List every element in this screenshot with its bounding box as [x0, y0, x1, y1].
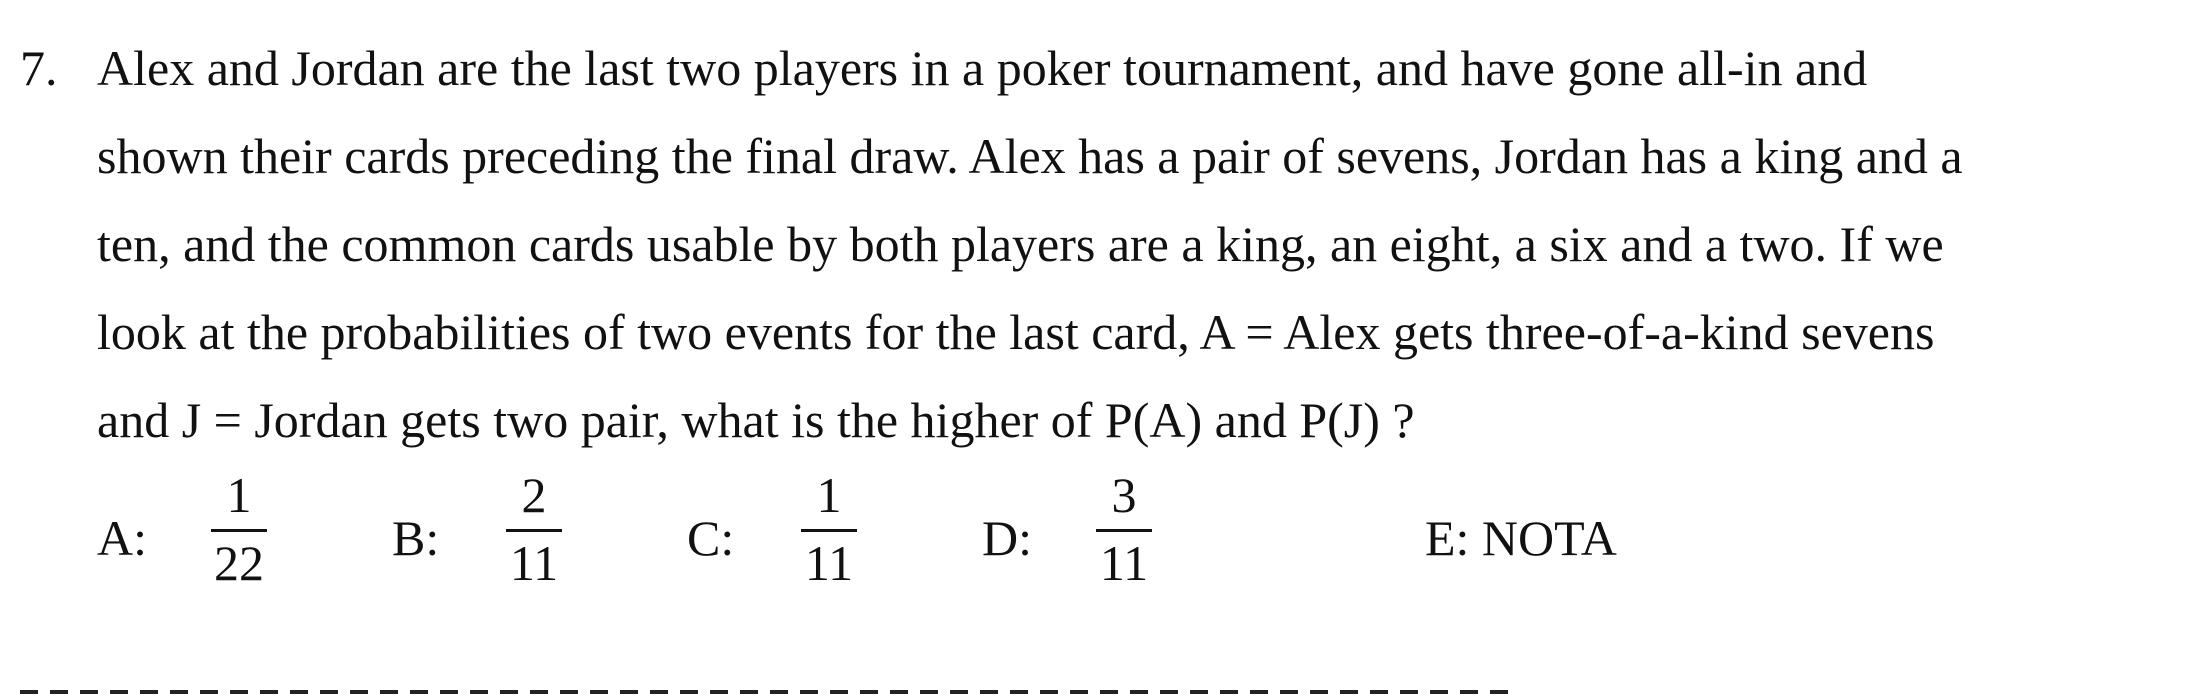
fraction-bar — [211, 529, 267, 532]
choice-b-denominator: 11 — [509, 535, 559, 591]
choice-d: D: 3 11 — [982, 465, 1162, 605]
choice-c-fraction: 1 11 — [799, 465, 859, 605]
choice-e: E: NOTA — [1425, 465, 1725, 605]
answer-choices: A: 1 22 B: 2 11 C: 1 11 D: 3 11 E: NOTA — [0, 465, 2210, 605]
choice-d-numerator: 3 — [1111, 467, 1137, 523]
choice-a-label: A: — [97, 510, 147, 566]
choice-c-numerator: 1 — [816, 467, 842, 523]
question-number: 7. — [20, 40, 58, 96]
choice-d-denominator: 11 — [1099, 535, 1149, 591]
question-line: shown their cards preceding the final dr… — [97, 128, 1963, 184]
fraction-bar — [801, 529, 857, 532]
problem-7: 7. Alex and Jordan are the last two play… — [0, 0, 2210, 700]
choice-c: C: 1 11 — [687, 465, 867, 605]
choice-a-denominator: 22 — [214, 535, 264, 591]
choice-d-fraction: 3 11 — [1094, 465, 1154, 605]
choice-b: B: 2 11 — [392, 465, 572, 605]
choice-c-label: C: — [687, 510, 735, 566]
cut-off-next-question-text — [20, 690, 1520, 694]
choice-b-fraction: 2 11 — [504, 465, 564, 605]
question-line: look at the probabilities of two events … — [97, 304, 1935, 360]
choice-c-denominator: 11 — [804, 535, 854, 591]
choice-a: A: 1 22 — [97, 465, 277, 605]
choice-b-label: B: — [392, 510, 440, 566]
choice-a-numerator: 1 — [226, 467, 252, 523]
choice-e-label: E: NOTA — [1425, 510, 1617, 566]
question-text: Alex and Jordan are the last two players… — [97, 38, 2137, 478]
choice-d-label: D: — [982, 510, 1032, 566]
fraction-bar — [1096, 529, 1152, 532]
question-line: ten, and the common cards usable by both… — [97, 216, 1944, 272]
question-line: Alex and Jordan are the last two players… — [97, 40, 1868, 96]
fraction-bar — [506, 529, 562, 532]
choice-b-numerator: 2 — [521, 467, 547, 523]
choice-a-fraction: 1 22 — [209, 465, 269, 605]
